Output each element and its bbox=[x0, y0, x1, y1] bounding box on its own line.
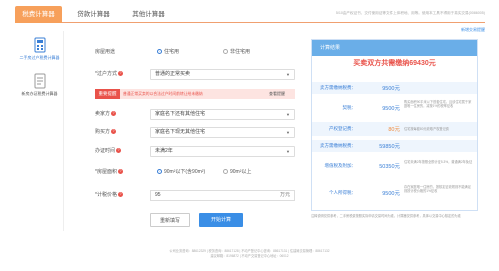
label-text: 办证时间 bbox=[95, 148, 116, 154]
help-icon[interactable]: ? bbox=[111, 129, 117, 135]
price-input[interactable]: 95 万元 bbox=[150, 190, 295, 201]
sidebar-item-newhouse[interactable]: 新房办证税费计算器 bbox=[15, 73, 64, 96]
radio-label: 非住宅用 bbox=[230, 49, 251, 55]
usage-radio-residential[interactable]: 住宅用 bbox=[157, 47, 179, 58]
radio-dot bbox=[223, 168, 228, 174]
chevron-down-icon: ▼ bbox=[286, 130, 290, 135]
usage-radio-nonresidential[interactable]: 非住宅用 bbox=[223, 47, 250, 58]
select-value: 普通的正常买卖 bbox=[155, 71, 191, 77]
select-value: 家庭名下现无其他住宅 bbox=[155, 129, 206, 135]
warning-more-link[interactable]: 查看提醒 bbox=[269, 89, 285, 99]
sidebar-item-label: 新房办证税费计算器 bbox=[21, 91, 58, 96]
label-text: 卖家方 bbox=[95, 111, 111, 117]
result-total: 买卖双方共需缴纳69430元 bbox=[353, 60, 436, 67]
calculator-icon bbox=[34, 37, 45, 53]
transfer-label: *过户方式? bbox=[95, 69, 140, 80]
document-icon bbox=[34, 73, 45, 89]
result-key: 契税： bbox=[342, 105, 357, 110]
buyer-label: 购买方? bbox=[95, 127, 140, 138]
result-tip: 注释说明仅供参考，二手房税费按照实际申请交易时间为准，计算器仅供参考，具体以交易… bbox=[311, 214, 461, 218]
warning-tag: 重要提醒 bbox=[95, 89, 120, 99]
radio-dot bbox=[223, 48, 228, 54]
result-value: 9500元 bbox=[382, 86, 400, 92]
help-link[interactable]: 新增交易提醒 bbox=[461, 27, 485, 33]
result-panel: 计算结果 买卖双方共需缴纳69430元 卖方需缴纳税费： 9500元 契税： 9… bbox=[311, 39, 478, 211]
label-text: *过户方式 bbox=[95, 71, 117, 77]
help-icon[interactable]: ? bbox=[117, 71, 123, 77]
help-icon[interactable]: ? bbox=[116, 148, 122, 154]
result-row-deed-tax: 契税： 9500元 购买面积90平米以下首套住宅，且该住宅属于家庭唯一住房的，减… bbox=[312, 98, 477, 118]
result-header: 计算结果 bbox=[312, 40, 477, 56]
warning-text: 普通正常买卖的以合法过户时间前转让给未缴纳 bbox=[123, 92, 203, 96]
radio-dot bbox=[157, 168, 162, 174]
result-key: 卖方需缴纳税费： bbox=[320, 85, 356, 90]
seller-select[interactable]: 家庭名下还有其他住宅 ▼ bbox=[150, 109, 295, 120]
result-key: 增值税及附加： bbox=[324, 163, 357, 168]
label-text: 购买方 bbox=[95, 129, 111, 135]
result-row-income-tax: 个人所得税： 9500元 存在家庭唯一住房的，按核定征收规则不能满足则按计税价格… bbox=[312, 181, 477, 205]
result-key: 卖方需缴纳税费： bbox=[320, 143, 356, 148]
sidebar-item-secondhand[interactable]: 二手房过户税费计算器 bbox=[15, 37, 64, 60]
result-desc: 购买面积90平米以下首套住宅，且该住宅属于家庭唯一住房的，减按1%的税率征收 bbox=[404, 100, 472, 108]
help-icon[interactable]: ? bbox=[111, 111, 117, 117]
radio-label: 住宅用 bbox=[164, 49, 180, 55]
result-row-seller: 卖方需缴纳税费： 9500元 bbox=[312, 82, 477, 94]
result-desc: 住宅按每套80元收取产权登记费 bbox=[404, 127, 449, 131]
result-key: 个人所得税： bbox=[329, 190, 356, 195]
result-row-buyer: 卖方需缴纳税费： 59850元 bbox=[312, 140, 477, 152]
chevron-down-icon: ▼ bbox=[286, 112, 290, 117]
hold-select[interactable]: 未满2年 ▼ bbox=[150, 146, 295, 157]
radio-label: 90m²以上 bbox=[230, 169, 252, 175]
chevron-down-icon: ▼ bbox=[286, 149, 290, 154]
calculator-tabs: 税费计算器 贷款计算器 其他计算器 5/10由产权证书、交付使用证等文件上体积地… bbox=[15, 6, 485, 23]
input-value: 95 bbox=[155, 192, 161, 198]
result-value: 80元 bbox=[388, 127, 400, 133]
area-radio-over90[interactable]: 90m²以上 bbox=[223, 167, 251, 178]
select-value: 未满2年 bbox=[155, 148, 173, 154]
sidebar: 二手房过户税费计算器 新房办证税费计算器 bbox=[15, 31, 64, 231]
result-value: 9500元 bbox=[382, 191, 400, 197]
result-row-registration: 产权登记费： 80元 住宅按每套80元收取产权登记费 bbox=[312, 122, 477, 136]
select-value: 家庭名下还有其他住宅 bbox=[155, 111, 206, 117]
tab-other-calculator[interactable]: 其他计算器 bbox=[125, 6, 172, 23]
hold-label: 办证时间? bbox=[95, 146, 140, 157]
result-desc: 存在家庭唯一住房的，按核定征收规则不能满足则按计税价格的1%征收 bbox=[404, 185, 471, 193]
area-radio-under90[interactable]: 90m²以下(含90m²) bbox=[157, 167, 205, 178]
tab-tax-calculator[interactable]: 税费计算器 bbox=[15, 6, 62, 23]
footer: 公司业务咨询：88612329 | 税务咨询：88617128 | 不动产登记中… bbox=[0, 249, 499, 259]
warning-banner: 重要提醒 普通正常买卖的以合法过户时间前转让给未缴纳 查看提醒 bbox=[95, 89, 295, 99]
result-desc: 住宅未满2年按照全额计征5.3%，普通满2年免征 bbox=[404, 160, 473, 164]
label-text: *计税价格 bbox=[95, 192, 117, 198]
result-value: 50350元 bbox=[379, 164, 400, 170]
usage-label: 房屋用途 bbox=[95, 49, 116, 55]
tab-note: 5/10由产权证书、交付使用证等文件上体积地、用等。使用本工具不得用于真实交易(… bbox=[335, 11, 485, 15]
unit-label: 万元 bbox=[279, 192, 290, 198]
label-text: *房屋面积 bbox=[95, 169, 117, 175]
transfer-select[interactable]: 普通的正常买卖 ▼ bbox=[150, 69, 295, 80]
result-value: 59850元 bbox=[379, 144, 400, 150]
radio-dot bbox=[157, 48, 162, 54]
seller-label: 卖家方? bbox=[95, 109, 140, 120]
reset-button[interactable]: 重新填写 bbox=[150, 213, 190, 227]
radio-label: 90m²以下(含90m²) bbox=[164, 169, 206, 175]
result-row-vat: 增值税及附加： 50350元 住宅未满2年按照全额计征5.3%，普通满2年免征 bbox=[312, 156, 477, 176]
result-value: 9500元 bbox=[382, 106, 400, 112]
tab-loan-calculator[interactable]: 贷款计算器 bbox=[70, 6, 117, 23]
area-label: *房屋面积? bbox=[95, 167, 140, 178]
help-icon[interactable]: ? bbox=[117, 192, 123, 198]
footer-line: 建议邮箱：8196872 | 不动产交易登记中心地址：06012 bbox=[210, 254, 289, 258]
sidebar-item-label: 二手房过户税费计算器 bbox=[19, 55, 60, 60]
buyer-select[interactable]: 家庭名下现无其他住宅 ▼ bbox=[150, 127, 295, 138]
calculate-button[interactable]: 开始计算 bbox=[199, 213, 243, 227]
help-icon[interactable]: ? bbox=[117, 169, 123, 175]
result-key: 产权登记费： bbox=[329, 126, 356, 131]
price-label: *计税价格? bbox=[95, 190, 140, 201]
chevron-down-icon: ▼ bbox=[286, 72, 290, 77]
